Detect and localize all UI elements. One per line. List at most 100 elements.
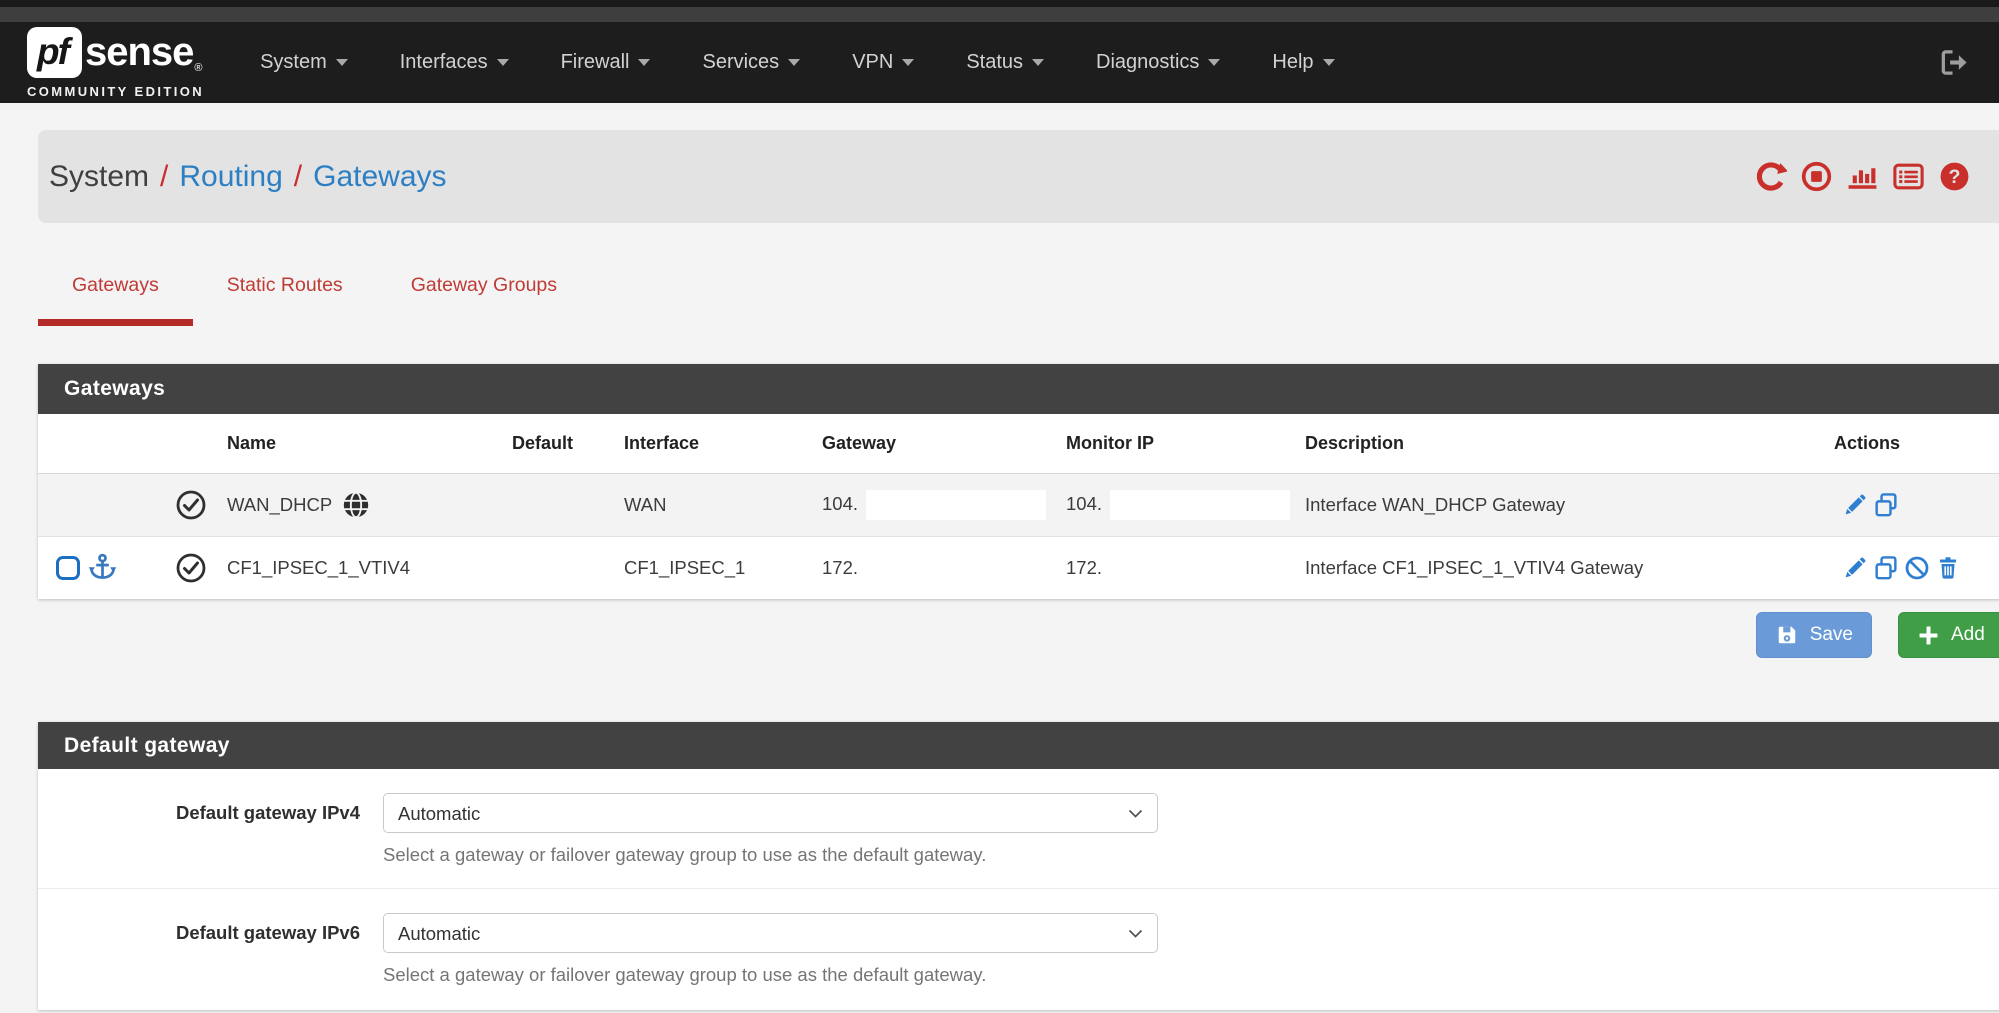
gateway-name: WAN_DHCP bbox=[227, 494, 332, 516]
redaction-box bbox=[866, 490, 1046, 520]
drag-anchor-icon[interactable] bbox=[87, 552, 118, 583]
disable-icon[interactable] bbox=[1904, 555, 1930, 581]
table-actions: Save Add bbox=[38, 612, 1999, 658]
default-gateway-panel-title: Default gateway bbox=[38, 722, 1999, 769]
gateway-interface: WAN bbox=[614, 473, 812, 536]
chevron-down-icon bbox=[788, 59, 800, 66]
tab-gateway-groups[interactable]: Gateway Groups bbox=[377, 274, 591, 326]
gateway-address: 104. bbox=[822, 492, 858, 513]
pfsense-logo[interactable]: pf sense ® COMMUNITY EDITION bbox=[27, 27, 204, 99]
breadcrumb-separator: / bbox=[294, 160, 302, 194]
default-gateway-ipv6-select[interactable]: Automatic bbox=[383, 913, 1158, 953]
col-gateway: Gateway bbox=[812, 414, 1056, 473]
gateways-panel: Gateways Name Default Interface Gateway … bbox=[38, 364, 1999, 599]
breadcrumb-link-gateways[interactable]: Gateways bbox=[313, 160, 446, 194]
nav-item-firewall[interactable]: Firewall bbox=[535, 51, 677, 74]
sense-logo-text: sense bbox=[85, 30, 193, 75]
top-navbar: pf sense ® COMMUNITY EDITION System Inte… bbox=[0, 22, 1999, 103]
col-name: Name bbox=[217, 414, 502, 473]
breadcrumb-actions: ? bbox=[1754, 160, 1971, 193]
table-row: WAN_DHCP bbox=[38, 473, 1999, 536]
tab-static-routes[interactable]: Static Routes bbox=[193, 274, 377, 326]
col-default: Default bbox=[502, 414, 614, 473]
breadcrumb-separator: / bbox=[160, 160, 168, 194]
default-gateway-globe-icon bbox=[341, 490, 371, 520]
col-interface: Interface bbox=[614, 414, 812, 473]
table-row: CF1_IPSEC_1_VTIV4 CF1_IPSEC_1 172. 172. … bbox=[38, 536, 1999, 599]
default-gateway-ipv6-row: Default gateway IPv6 Automatic Select a … bbox=[38, 888, 1999, 1008]
save-icon bbox=[1775, 623, 1799, 647]
default-gateway-ipv6-label: Default gateway IPv6 bbox=[38, 913, 360, 986]
gateway-interface: CF1_IPSEC_1 bbox=[614, 536, 812, 599]
default-gateway-ipv4-label: Default gateway IPv4 bbox=[38, 793, 360, 866]
nav-item-interfaces[interactable]: Interfaces bbox=[374, 51, 535, 74]
routing-tabs: Gateways Static Routes Gateway Groups bbox=[38, 274, 1999, 326]
chevron-down-icon bbox=[638, 59, 650, 66]
copy-icon[interactable] bbox=[1873, 555, 1899, 581]
chevron-down-icon bbox=[497, 59, 509, 66]
gateway-address: 172. bbox=[822, 557, 858, 578]
registered-mark: ® bbox=[194, 62, 202, 74]
default-gateway-ipv4-row: Default gateway IPv4 Automatic Select a … bbox=[38, 769, 1999, 888]
gateways-table: Name Default Interface Gateway Monitor I… bbox=[38, 414, 1999, 599]
nav-item-status[interactable]: Status bbox=[940, 51, 1070, 74]
add-button[interactable]: Add bbox=[1898, 612, 1999, 658]
chart-icon[interactable] bbox=[1846, 160, 1879, 193]
col-monitor-ip: Monitor IP bbox=[1056, 414, 1295, 473]
log-icon[interactable] bbox=[1892, 160, 1925, 193]
nav-item-diagnostics[interactable]: Diagnostics bbox=[1070, 51, 1246, 74]
breadcrumb-link-routing[interactable]: Routing bbox=[179, 160, 282, 194]
monitor-ip: 104. bbox=[1066, 492, 1102, 513]
col-actions: Actions bbox=[1824, 414, 1999, 473]
page-content: System / Routing / Gateways bbox=[0, 130, 1999, 1010]
monitor-ip: 172. bbox=[1066, 557, 1102, 578]
row-checkbox[interactable] bbox=[56, 556, 80, 580]
default-gateway-ipv6-help: Select a gateway or failover gateway gro… bbox=[383, 964, 1158, 986]
breadcrumb: System / Routing / Gateways bbox=[38, 130, 1999, 223]
refresh-icon[interactable] bbox=[1754, 160, 1787, 193]
gateway-default-cell bbox=[502, 473, 614, 536]
copy-icon[interactable] bbox=[1873, 492, 1899, 518]
nav-item-vpn[interactable]: VPN bbox=[826, 51, 940, 74]
main-menu: System Interfaces Firewall Services VPN … bbox=[234, 51, 1360, 74]
logout-icon[interactable] bbox=[1938, 47, 1969, 78]
gateway-name: CF1_IPSEC_1_VTIV4 bbox=[227, 557, 410, 578]
plus-icon bbox=[1917, 624, 1940, 647]
pf-logo-text: pf bbox=[37, 31, 72, 73]
window-top-edge bbox=[0, 0, 1999, 7]
default-gateway-ipv4-help: Select a gateway or failover gateway gro… bbox=[383, 844, 1158, 866]
chevron-down-icon bbox=[336, 59, 348, 66]
table-header-row: Name Default Interface Gateway Monitor I… bbox=[38, 414, 1999, 473]
col-drag bbox=[38, 414, 155, 473]
svg-text:?: ? bbox=[1949, 166, 1961, 188]
help-icon[interactable]: ? bbox=[1938, 160, 1971, 193]
default-gateway-ipv4-select[interactable]: Automatic bbox=[383, 793, 1158, 833]
gateway-enabled-icon bbox=[165, 489, 217, 521]
save-button[interactable]: Save bbox=[1756, 612, 1872, 658]
tab-gateways[interactable]: Gateways bbox=[38, 274, 193, 326]
chevron-down-icon bbox=[1323, 59, 1335, 66]
community-edition-label: COMMUNITY EDITION bbox=[27, 84, 204, 99]
redaction-box bbox=[1110, 490, 1290, 520]
chevron-down-icon bbox=[902, 59, 914, 66]
nav-item-system[interactable]: System bbox=[234, 51, 374, 74]
gateway-enabled-icon bbox=[165, 552, 217, 584]
col-status bbox=[155, 414, 217, 473]
nav-item-services[interactable]: Services bbox=[676, 51, 826, 74]
stop-icon[interactable] bbox=[1800, 160, 1833, 193]
breadcrumb-section: System bbox=[49, 160, 149, 194]
default-gateway-panel: Default gateway Default gateway IPv4 Aut… bbox=[38, 722, 1999, 1010]
chevron-down-icon bbox=[1208, 59, 1220, 66]
col-description: Description bbox=[1295, 414, 1824, 473]
window-title-strip bbox=[0, 7, 1999, 22]
delete-icon[interactable] bbox=[1935, 555, 1961, 581]
nav-item-help[interactable]: Help bbox=[1246, 51, 1360, 74]
gateway-description: Interface WAN_DHCP Gateway bbox=[1295, 473, 1824, 536]
gateway-default-cell bbox=[502, 536, 614, 599]
chevron-down-icon bbox=[1032, 59, 1044, 66]
gateways-panel-title: Gateways bbox=[38, 364, 1999, 414]
pf-logo-box: pf bbox=[27, 27, 82, 78]
edit-icon[interactable] bbox=[1842, 555, 1868, 581]
edit-icon[interactable] bbox=[1842, 492, 1868, 518]
gateway-description: Interface CF1_IPSEC_1_VTIV4 Gateway bbox=[1295, 536, 1824, 599]
